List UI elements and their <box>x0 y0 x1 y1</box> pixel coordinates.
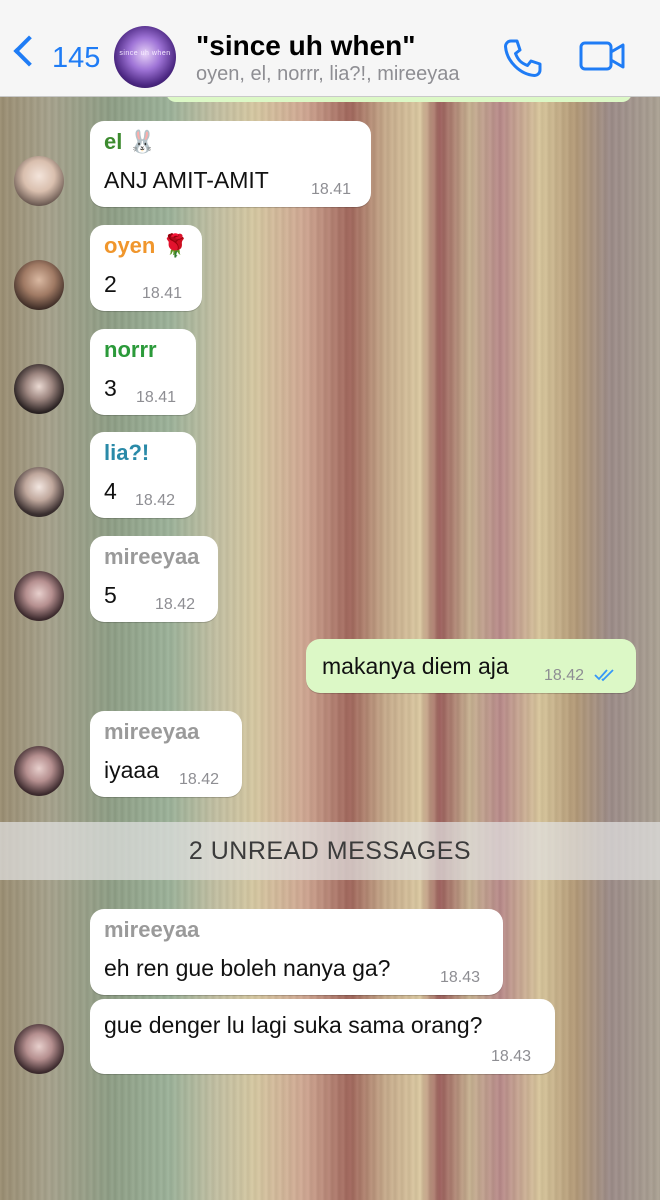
avatar-mireeyaa[interactable] <box>14 746 64 796</box>
message-text: 2 <box>104 271 117 297</box>
chat-title[interactable]: "since uh when" <box>196 30 415 62</box>
avatar-mireeyaa[interactable] <box>14 571 64 621</box>
message-time: 18.41 <box>311 181 352 198</box>
sender-name: mireeyaa <box>104 917 200 942</box>
message-time: 18.41 <box>136 389 177 406</box>
message-bubble[interactable]: mireeyaa 5 18.42 <box>90 536 218 622</box>
message-time: 18.42 <box>179 771 220 788</box>
message-text: gue denger lu lagi suka sama orang? <box>104 1012 483 1038</box>
unread-messages-divider: 2 UNREAD MESSAGES <box>0 822 660 880</box>
sender-name: norrr <box>104 337 157 362</box>
chat-header: 145 since uh when "since uh when" oyen, … <box>0 0 660 97</box>
message-time: 18.42 <box>544 667 585 684</box>
message-bubble[interactable]: norrr 3 18.41 <box>90 329 196 415</box>
message-bubble[interactable]: mireeyaa iyaaa 18.42 <box>90 711 242 797</box>
read-checkmarks-icon <box>594 669 614 682</box>
message-text: ANJ AMIT-AMIT <box>104 167 269 193</box>
message-bubble[interactable]: gue denger lu lagi suka sama orang? 18.4… <box>90 999 555 1074</box>
message-text: 5 <box>104 582 117 608</box>
sender-name: oyen 🌹 <box>104 233 189 258</box>
phone-icon[interactable] <box>500 36 544 80</box>
message-time: 18.42 <box>135 492 176 509</box>
rabbit-emoji-icon: 🐰 <box>128 129 156 154</box>
chevron-left-icon <box>13 35 45 67</box>
message-text: eh ren gue boleh nanya ga? <box>104 955 391 981</box>
sender-name: mireeyaa <box>104 544 200 569</box>
rose-emoji-icon: 🌹 <box>161 233 189 258</box>
message-time: 18.43 <box>440 969 481 986</box>
avatar-mireeyaa[interactable] <box>14 1024 64 1074</box>
message-text: iyaaa <box>104 757 159 783</box>
message-time: 18.42 <box>155 596 196 613</box>
avatar-oyen[interactable] <box>14 260 64 310</box>
message-bubble[interactable]: mireeyaa eh ren gue boleh nanya ga? 18.4… <box>90 909 503 995</box>
message-text: 3 <box>104 375 117 401</box>
message-text: 4 <box>104 478 117 504</box>
group-avatar-text: since uh when <box>119 50 171 57</box>
video-call-icon[interactable] <box>578 38 626 74</box>
message-time: 18.41 <box>142 285 183 302</box>
avatar-norrr[interactable] <box>14 364 64 414</box>
message-bubble[interactable]: lia?! 4 18.42 <box>90 432 196 518</box>
message-time: 18.43 <box>491 1048 532 1065</box>
avatar-lia[interactable] <box>14 467 64 517</box>
chat-participants[interactable]: oyen, el, norrr, lia?!, mireeyaa <box>196 63 486 86</box>
avatar-el[interactable] <box>14 156 64 206</box>
back-unread-count: 145 <box>52 42 101 74</box>
message-bubble[interactable]: el 🐰 ANJ AMIT-AMIT 18.41 <box>90 121 371 207</box>
message-text: makanya diem aja <box>322 653 509 679</box>
sender-name: lia?! <box>104 440 150 465</box>
outgoing-message-bubble[interactable]: makanya diem aja 18.42 <box>306 639 636 693</box>
sender-name: el 🐰 <box>104 129 156 154</box>
sender-name: mireeyaa <box>104 719 200 744</box>
message-bubble[interactable]: oyen 🌹 2 18.41 <box>90 225 202 311</box>
group-avatar[interactable]: since uh when <box>114 26 176 88</box>
